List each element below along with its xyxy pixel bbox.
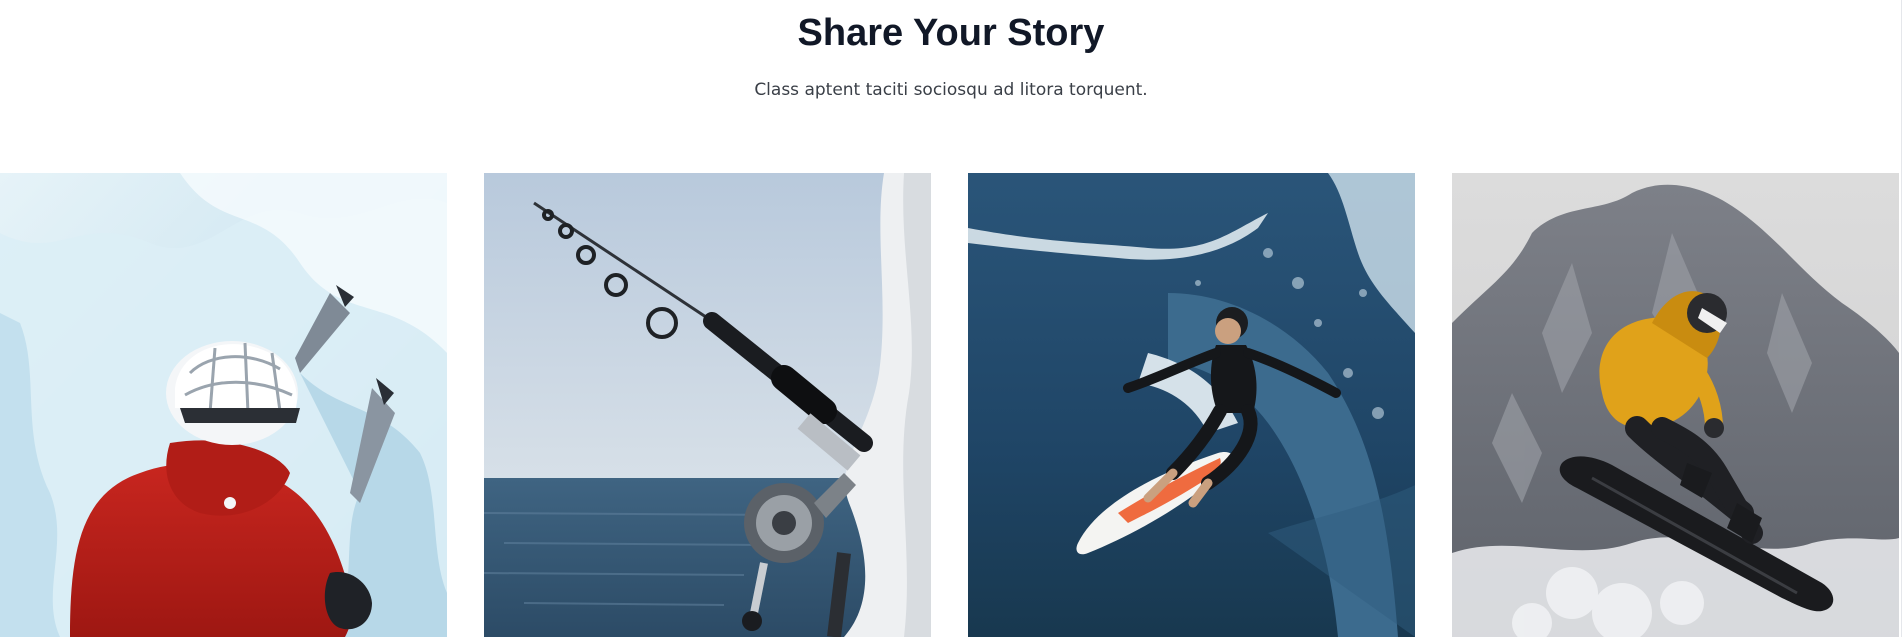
section-title: Share Your Story xyxy=(797,12,1105,54)
fishing-rod-photo[interactable] xyxy=(484,173,931,637)
ice-climber-photo[interactable] xyxy=(0,173,447,637)
share-your-story-section: Share Your Story Class aptent taciti soc… xyxy=(0,0,1902,637)
section-subtitle: Class aptent taciti sociosqu ad litora t… xyxy=(754,80,1148,100)
photo-gallery xyxy=(0,173,1902,637)
section-header: Share Your Story Class aptent taciti soc… xyxy=(0,0,1902,160)
snowboarder-photo[interactable] xyxy=(1452,173,1899,637)
surfer-photo[interactable] xyxy=(968,173,1415,637)
